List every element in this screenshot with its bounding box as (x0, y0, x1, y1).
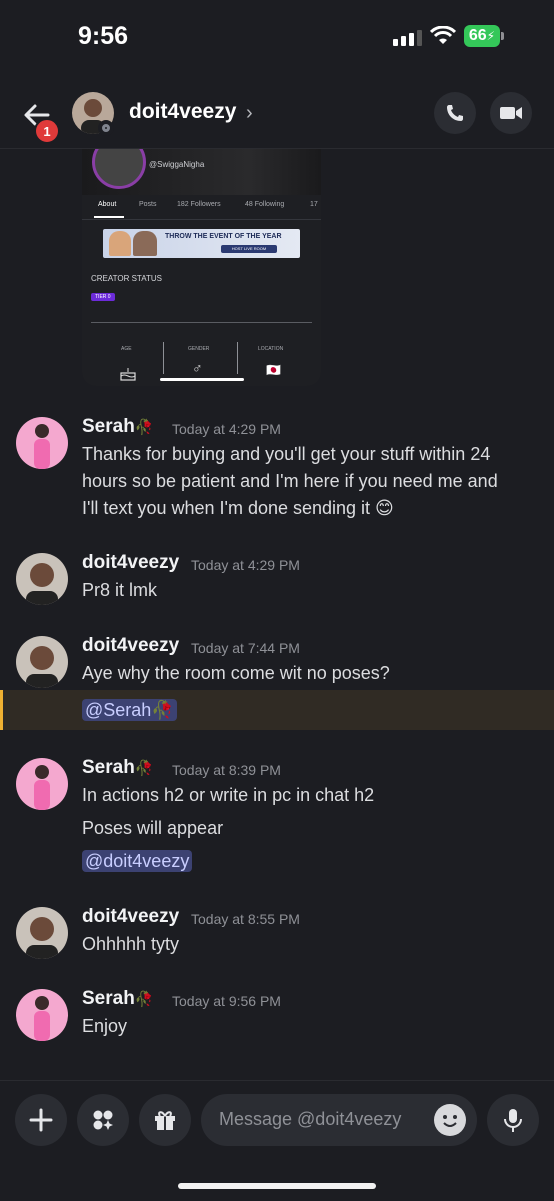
message-text: Pr8 it lmk (82, 580, 158, 600)
age-label: AGE (121, 346, 132, 352)
chat-title[interactable]: doit4veezy (129, 100, 236, 124)
cake-icon (120, 368, 136, 381)
avatar[interactable] (16, 758, 68, 810)
message-text: Thanks for buying and you'll get your st… (82, 444, 498, 518)
message-author[interactable]: Serah🥀 (82, 416, 154, 438)
message-text: Ohhhhh tyty (82, 934, 180, 954)
offline-status-icon (98, 120, 114, 136)
message-text: Enjoy (82, 1016, 128, 1036)
gift-button[interactable] (139, 1094, 191, 1146)
location-label: LOCATION (258, 346, 284, 352)
chevron-right-icon[interactable]: › (246, 102, 253, 125)
location-flag: 🇯🇵 (266, 363, 281, 377)
status-time: 9:56 (78, 22, 129, 50)
microphone-icon (504, 1109, 522, 1132)
voice-call-button[interactable] (434, 92, 476, 134)
event-banner: THROW THE EVENT OF THE YEAR HOST LIVE RO… (103, 229, 300, 258)
message-author[interactable]: doit4veezy (82, 635, 179, 657)
message-input[interactable]: Message @doit4veezy (201, 1094, 477, 1146)
message-timestamp: Today at 4:29 PM (191, 557, 300, 573)
cellular-signal-icon (393, 30, 422, 46)
message-input-placeholder: Message @doit4veezy (219, 1109, 402, 1129)
user-mention[interactable]: @Serah🥀 (82, 699, 177, 721)
tab-about: About (98, 201, 117, 208)
voice-message-button[interactable] (487, 1094, 539, 1146)
gender-label: GENDER (188, 346, 210, 352)
message-timestamp: Today at 8:39 PM (172, 762, 281, 778)
message-timestamp: Today at 8:55 PM (191, 911, 300, 927)
tab-posts: Posts (139, 201, 157, 208)
avatar[interactable] (16, 989, 68, 1041)
message-author[interactable]: Serah🥀 (82, 988, 154, 1010)
message-author[interactable]: Serah🥀 (82, 757, 154, 779)
apps-button[interactable] (77, 1094, 129, 1146)
user-mention[interactable]: @doit4veezy (82, 850, 193, 872)
message-timestamp: Today at 4:29 PM (172, 421, 281, 437)
avatar[interactable] (16, 636, 68, 688)
tier-badge: TIER 0 (91, 293, 115, 301)
plus-icon (29, 1108, 53, 1132)
apps-icon (93, 1110, 113, 1130)
message-timestamp: Today at 7:44 PM (191, 640, 300, 656)
gender-symbol: ♂ (192, 360, 203, 376)
shared-profile-screenshot[interactable]: @SwiggaNigha About Posts 182 Followers 4… (82, 149, 321, 386)
tab-following: 48 Following (245, 201, 285, 208)
message-author[interactable]: doit4veezy (82, 552, 179, 574)
profile-tabs: About Posts 182 Followers 48 Following 1… (82, 201, 321, 221)
wifi-icon (430, 26, 456, 44)
home-indicator (178, 1183, 376, 1189)
battery-level: 66 (468, 27, 487, 44)
tab-followers: 182 Followers (177, 201, 221, 208)
unread-badge: 1 (34, 118, 60, 144)
message-timestamp: Today at 9:56 PM (172, 993, 281, 1009)
banner-text: THROW THE EVENT OF THE YEAR (165, 233, 282, 240)
banner-pill: HOST LIVE ROOM (221, 245, 277, 253)
tab-more: 17 (310, 201, 318, 208)
gift-icon (155, 1111, 175, 1130)
message-text: In actions h2 or write in pc in chat h2 (82, 785, 375, 805)
status-bar: 9:56 66 ⚡ (0, 0, 554, 74)
avatar[interactable] (16, 553, 68, 605)
message-author[interactable]: doit4veezy (82, 906, 179, 928)
avatar[interactable] (16, 907, 68, 959)
chat-header: 1 doit4veezy › (0, 78, 554, 149)
avatar[interactable] (16, 417, 68, 469)
add-attachment-button[interactable] (15, 1094, 67, 1146)
message-text: Aye why the room come wit no poses? (82, 663, 390, 683)
phone-icon (447, 105, 463, 121)
battery-icon: 66 ⚡ (464, 25, 504, 47)
video-camera-icon (500, 107, 522, 119)
emoji-icon[interactable] (434, 1104, 466, 1136)
profile-handle: @SwiggaNigha (149, 160, 205, 169)
message-text: Poses will appear (82, 818, 224, 838)
creator-status-label: CREATOR STATUS (91, 274, 162, 283)
video-call-button[interactable] (490, 92, 532, 134)
